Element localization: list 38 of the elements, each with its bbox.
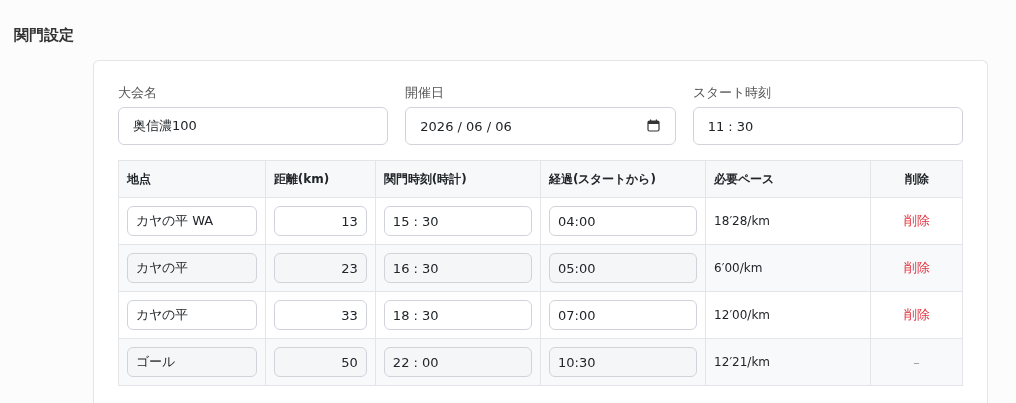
column-header: 経過(スタートから) — [540, 160, 706, 198]
elapsed-field[interactable]: 07:00 — [549, 300, 698, 330]
cutoff-time-field[interactable]: 22 : 00 — [383, 347, 532, 377]
cutoff-time-field[interactable]: 15 : 30 — [383, 206, 532, 236]
pace-cell: 12′21/km — [705, 338, 871, 386]
point-field[interactable]: カヤの平 WA — [127, 206, 257, 236]
pace-cell: 6′00/km — [705, 244, 871, 292]
delete-button[interactable]: 削除 — [903, 306, 930, 324]
column-header: 関門時刻(時計) — [375, 160, 541, 198]
distance-field[interactable]: 13 — [273, 206, 367, 236]
pace-cell: 12′00/km — [705, 291, 871, 339]
field-label: スタート時刻 — [692, 85, 772, 102]
page-title: 関門設定 — [14, 26, 75, 45]
distance-field[interactable]: 50 — [273, 347, 367, 377]
point-field[interactable]: カヤの平 — [127, 300, 257, 330]
distance-field[interactable]: 23 — [273, 253, 367, 283]
calendar-icon[interactable] — [646, 119, 660, 132]
elapsed-field[interactable]: 05:00 — [549, 253, 698, 283]
column-header: 距離(km) — [265, 160, 376, 198]
cutoff-time-field[interactable]: 16 : 30 — [383, 253, 532, 283]
column-header: 必要ペース — [705, 160, 871, 198]
field-label: 大会名 — [118, 85, 158, 102]
column-header: 削除 — [870, 160, 963, 198]
delete-button[interactable]: 削除 — [903, 212, 930, 230]
no-action-dash: – — [913, 354, 920, 370]
time-field[interactable]: 11 : 30 — [692, 107, 963, 145]
point-field[interactable]: カヤの平 — [127, 253, 257, 283]
distance-field[interactable]: 33 — [273, 300, 367, 330]
column-header: 地点 — [118, 160, 266, 198]
point-field[interactable]: ゴール — [127, 347, 257, 377]
delete-button[interactable]: 削除 — [903, 259, 930, 277]
pace-cell: 18′28/km — [705, 197, 871, 245]
cutoff-time-field[interactable]: 18 : 30 — [383, 300, 532, 330]
date-field[interactable]: 2026 / 06 / 06 — [405, 107, 676, 145]
input-field[interactable]: 奥信濃100 — [118, 107, 389, 145]
field-label: 開催日 — [405, 85, 446, 102]
elapsed-field[interactable]: 10:30 — [549, 347, 698, 377]
elapsed-field[interactable]: 04:00 — [549, 206, 698, 236]
